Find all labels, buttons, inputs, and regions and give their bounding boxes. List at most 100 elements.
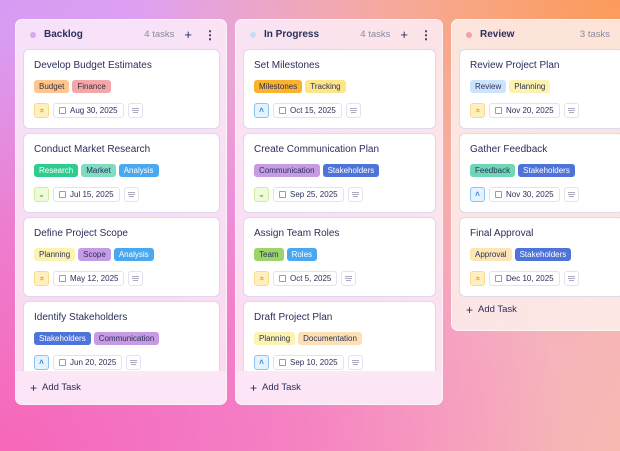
tag: Communication [93,332,160,345]
add-task-button[interactable]: + Add Task [236,371,442,404]
due-date: Nov 20, 2025 [506,106,554,115]
tag: Finance [72,80,111,93]
task-card[interactable]: Set Milestones Milestones Tracking ˄ Oct … [243,49,436,129]
task-card[interactable]: Conduct Market Research Research Market An… [23,133,220,213]
plus-icon: + [250,380,258,395]
task-card[interactable]: Assign Team Roles Team Roles » Oct 5, 202… [243,217,436,297]
calendar-icon [59,107,66,114]
priority-urgent-icon[interactable]: » [470,103,485,118]
task-title: Define Project Scope [34,228,128,239]
column-header: In Progress 4 tasks + ⋮ [236,20,442,49]
description-icon[interactable] [563,271,579,286]
plus-icon: + [466,302,474,317]
add-icon[interactable]: + [400,27,408,42]
task-title: Set Milestones [254,60,320,71]
tag: Planning [34,248,76,261]
priority-low-icon[interactable]: ⌄ [254,187,269,202]
description-icon[interactable] [563,103,579,118]
task-title: Draft Project Plan [254,312,333,323]
priority-urgent-icon[interactable]: » [254,271,269,286]
task-card[interactable]: Create Communication Plan Communication S… [243,133,436,213]
task-card[interactable]: Identify Stakeholders Stakeholders Commun… [23,301,220,381]
tag: Stakeholders [514,248,572,261]
tag: Communication [254,164,320,177]
task-title: Gather Feedback [470,144,548,155]
column-title: Backlog [44,29,83,40]
description-icon[interactable] [347,355,363,370]
due-date-button[interactable]: May 12, 2025 [53,271,125,286]
due-date: Oct 5, 2025 [290,274,332,283]
add-task-label: Add Task [42,382,81,393]
status-dot [30,31,36,38]
task-title: Final Approval [470,228,534,239]
task-count: 4 tasks [144,29,175,40]
description-icon[interactable] [347,187,363,202]
description-icon[interactable] [126,355,142,370]
task-title: Identify Stakeholders [34,312,128,323]
tag-list: Budget Finance [34,80,209,93]
column-header: Review 3 tasks [452,20,620,49]
description-icon[interactable] [345,103,361,118]
task-count: 3 tasks [579,29,610,40]
due-date-button[interactable]: Aug 30, 2025 [53,103,124,118]
add-icon[interactable]: + [184,27,192,42]
due-date-button[interactable]: Jul 15, 2025 [53,187,120,202]
more-options-icon[interactable]: ⋮ [420,28,432,42]
tag: Research [34,164,79,177]
add-task-button[interactable]: + Add Task [452,293,620,326]
priority-medium-icon[interactable]: ˄ [34,355,49,370]
column-review: Review 3 tasks Review Project Plan Revie… [451,19,620,331]
due-date-button[interactable]: Dec 10, 2025 [489,271,560,286]
due-date: Jun 20, 2025 [70,358,117,367]
status-dot [250,31,256,38]
task-card[interactable]: Draft Project Plan Planning Documentation… [243,301,436,381]
tag: Planning [509,80,551,93]
task-card[interactable]: Develop Budget Estimates Budget Finance »… [23,49,220,129]
due-date-button[interactable]: Oct 15, 2025 [273,103,342,118]
description-icon[interactable] [563,187,579,202]
priority-medium-icon[interactable]: ˄ [254,355,269,370]
tag: Scope [78,248,111,261]
add-task-button[interactable]: + Add Task [16,371,226,404]
tag-list: Communication Stakeholders [254,164,425,177]
plus-icon: + [30,380,38,395]
calendar-icon [279,107,286,114]
description-icon[interactable] [128,271,144,286]
description-icon[interactable] [341,271,357,286]
due-date: Sep 25, 2025 [290,190,338,199]
task-card[interactable]: Gather Feedback Feedback Stakeholders ˄ N… [459,133,620,213]
description-icon[interactable] [123,187,139,202]
priority-medium-icon[interactable]: ˄ [254,103,269,118]
task-card[interactable]: Define Project Scope Planning Scope Analys… [23,217,220,297]
status-dot [466,31,472,38]
due-date: Aug 30, 2025 [70,106,118,115]
priority-urgent-icon[interactable]: » [34,103,49,118]
due-date-button[interactable]: Oct 5, 2025 [273,271,338,286]
due-date-button[interactable]: Sep 25, 2025 [273,187,344,202]
more-options-icon[interactable]: ⋮ [204,28,216,42]
task-card[interactable]: Review Project Plan Review Planning » Nov… [459,49,620,129]
tag-list: Planning Documentation [254,332,425,345]
tag: Market [81,164,116,177]
calendar-icon [59,359,66,366]
due-date: Jul 15, 2025 [70,190,114,199]
priority-low-icon[interactable]: ⌄ [34,187,49,202]
due-date-button[interactable]: Sep 10, 2025 [273,355,344,370]
description-icon[interactable] [127,103,143,118]
due-date: May 12, 2025 [70,274,119,283]
tag: Review [470,80,507,93]
due-date-button[interactable]: Nov 20, 2025 [489,103,560,118]
tag: Budget [34,80,70,93]
task-title: Conduct Market Research [34,144,151,155]
due-date-button[interactable]: Nov 30, 2025 [489,187,560,202]
priority-urgent-icon[interactable]: » [470,271,485,286]
priority-medium-icon[interactable]: ˄ [470,187,485,202]
tag: Documentation [298,332,362,345]
task-card[interactable]: Final Approval Approval Stakeholders » De… [459,217,620,297]
column-in-progress: In Progress 4 tasks + ⋮ Set Milestones Mi… [235,19,443,405]
priority-urgent-icon[interactable]: » [34,271,49,286]
calendar-icon [495,107,502,114]
due-date-button[interactable]: Jun 20, 2025 [53,355,123,370]
tag-list: Feedback Stakeholders [470,164,613,177]
task-title: Create Communication Plan [254,144,380,155]
